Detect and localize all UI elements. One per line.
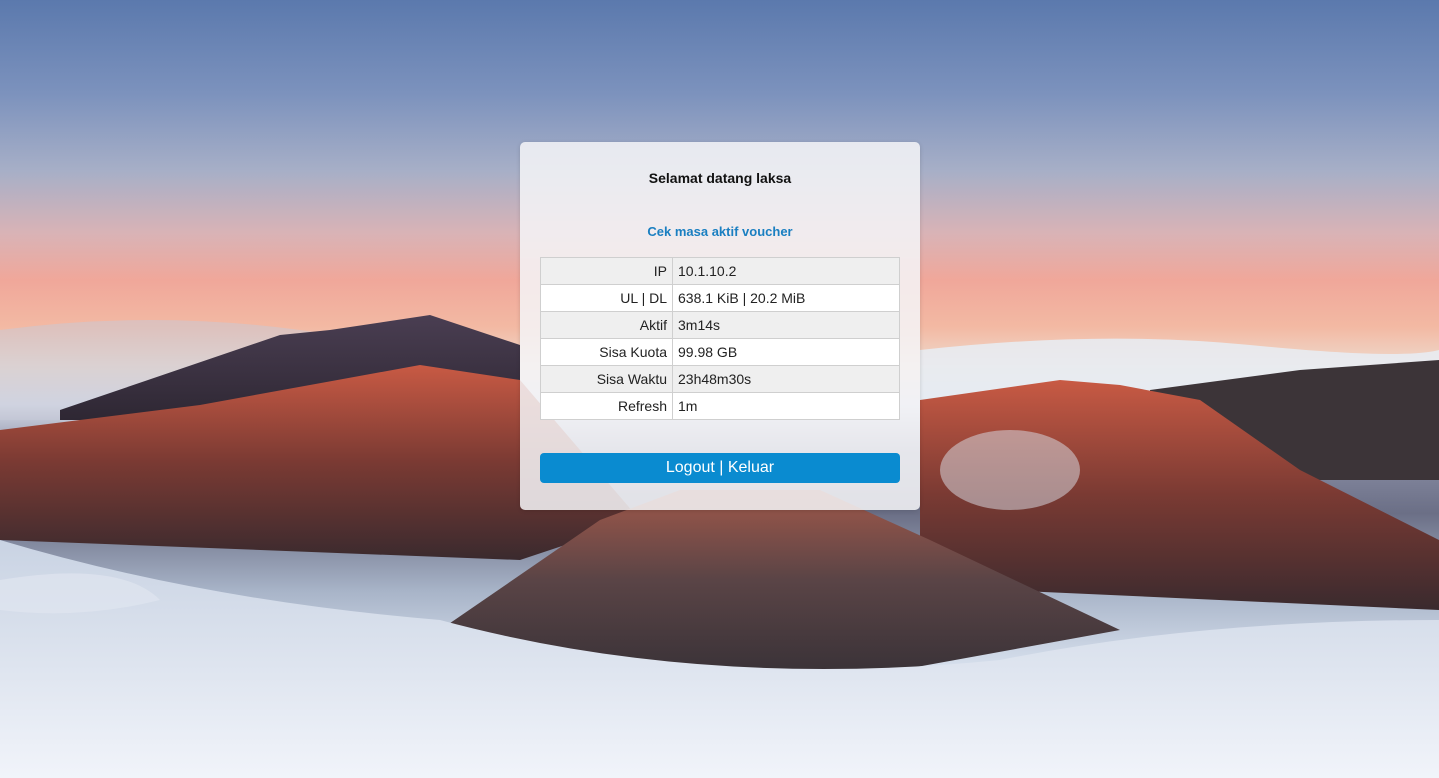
remaining-quota-value: 99.98 GB [672,338,900,366]
refresh-label: Refresh [540,392,673,420]
table-row: Aktif 3m14s [540,311,900,339]
remaining-time-value: 23h48m30s [672,365,900,393]
traffic-label: UL | DL [540,284,673,312]
check-voucher-link[interactable]: Cek masa aktif voucher [520,224,920,239]
remaining-quota-label: Sisa Kuota [540,338,673,366]
table-row: IP 10.1.10.2 [540,257,900,285]
refresh-value: 1m [672,392,900,420]
table-row: Refresh 1m [540,392,900,420]
table-row: Sisa Waktu 23h48m30s [540,365,900,393]
ip-value: 10.1.10.2 [672,257,900,285]
table-row: UL | DL 638.1 KiB | 20.2 MiB [540,284,900,312]
uptime-label: Aktif [540,311,673,339]
ip-label: IP [540,257,673,285]
remaining-time-label: Sisa Waktu [540,365,673,393]
logout-button[interactable]: Logout | Keluar [540,453,900,483]
session-info-table: IP 10.1.10.2 UL | DL 638.1 KiB | 20.2 Mi… [540,257,900,420]
traffic-value: 638.1 KiB | 20.2 MiB [672,284,900,312]
login-status-card: Selamat datang laksa Cek masa aktif vouc… [520,142,920,510]
uptime-value: 3m14s [672,311,900,339]
table-row: Sisa Kuota 99.98 GB [540,338,900,366]
welcome-heading: Selamat datang laksa [648,170,792,186]
